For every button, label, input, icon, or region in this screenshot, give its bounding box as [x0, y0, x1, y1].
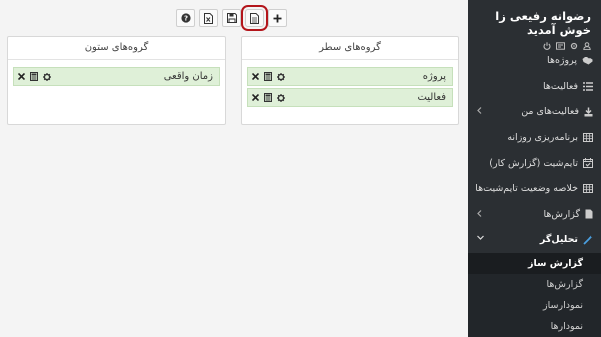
submenu-item-reports[interactable]: گزارش‌ها [468, 274, 601, 295]
gear-icon[interactable] [277, 93, 285, 102]
sidebar-item-label: پروژه‌ها [547, 55, 577, 67]
list-icon [583, 82, 593, 91]
add-button[interactable] [268, 9, 287, 27]
sidebar-item-activities[interactable]: فعالیت‌ها [468, 74, 601, 100]
sidebar-item-label: تایم‌شیت (گزارش کار) [489, 157, 578, 169]
new-report-button[interactable] [241, 5, 268, 31]
chevron-left-icon [477, 107, 482, 115]
save-button[interactable] [222, 9, 241, 27]
remove-icon[interactable] [252, 94, 259, 101]
report-toolbar: ? [176, 5, 287, 31]
sidebar-item-label: گزارش‌ها [543, 208, 581, 220]
question-circle-icon: ? [180, 13, 191, 23]
row-groups-panel: گروه‌های سطر پروژه فعالیت [241, 36, 459, 125]
help-button[interactable]: ? [176, 9, 195, 27]
row-group-row[interactable]: پروژه [247, 67, 453, 86]
sidebar-item-label: برنامه‌ریزی روزانه [507, 132, 578, 144]
calculator-icon[interactable] [264, 72, 272, 81]
file-excel-icon [204, 12, 213, 24]
sidebar-item-my-activities[interactable]: فعالیت‌های من [468, 99, 601, 125]
sidebar-item-reports[interactable]: گزارش‌ها [468, 202, 601, 228]
sidebar-item-timesheet[interactable]: تایم‌شیت (گزارش کار) [468, 150, 601, 176]
submenu-item-chart-builder[interactable]: نمودارساز [468, 295, 601, 316]
submenu-item-report-builder[interactable]: گزارش ساز [468, 252, 601, 274]
calculator-icon[interactable] [264, 93, 272, 102]
column-groups-title: گروه‌های ستون [8, 37, 225, 60]
row-group-row[interactable]: فعالیت [247, 88, 453, 107]
column-group-row[interactable]: زمان واقعی [13, 67, 220, 86]
row-group-label: فعالیت [417, 92, 446, 103]
floppy-disk-icon [226, 13, 237, 23]
table-icon [583, 133, 593, 143]
gear-icon[interactable] [43, 72, 51, 81]
sidebar-item-analyzer[interactable]: تحلیل‌گر [468, 227, 601, 253]
analyzer-submenu: گزارش ساز گزارش‌ها نمودارساز نمودارها [468, 252, 601, 337]
wand-icon [583, 235, 593, 245]
sidebar-item-projects[interactable]: پروژه‌ها [468, 48, 601, 74]
remove-icon[interactable] [18, 73, 25, 80]
calculator-icon[interactable] [30, 72, 38, 81]
sidebar-item-label: خلاصه وضعیت تایم‌شیت‌ها [475, 183, 578, 195]
column-groups-panel: گروه‌های ستون زمان واقعی [7, 36, 226, 125]
row-groups-title: گروه‌های سطر [242, 37, 458, 60]
row-group-label: پروژه [422, 71, 446, 82]
plus-icon [273, 14, 282, 23]
sidebar-item-label: فعالیت‌های من [521, 106, 579, 118]
calendar-check-icon [583, 158, 593, 169]
column-group-label: زمان واقعی [163, 71, 213, 82]
file-icon [585, 209, 593, 219]
export-excel-button[interactable] [199, 9, 218, 27]
download-icon [584, 107, 593, 117]
sidebar-nav: پروژه‌ها فعالیت‌ها فعالیت‌های من برنامه‌… [468, 48, 601, 337]
sidebar-item-timesheet-summary[interactable]: خلاصه وضعیت تایم‌شیت‌ها [468, 176, 601, 202]
submenu-item-charts[interactable]: نمودارها [468, 316, 601, 337]
chevron-left-icon [477, 209, 482, 217]
remove-icon[interactable] [252, 73, 259, 80]
chevron-down-icon [477, 235, 484, 241]
svg-text:?: ? [183, 15, 187, 23]
gear-icon[interactable] [277, 72, 285, 81]
user-greeting: رضوانه رفیعی زا خوش آمدید [495, 9, 591, 37]
sidebar: رضوانه رفیعی زا خوش آمدید پروژه‌ها فعالی… [468, 0, 601, 337]
table-icon [583, 184, 593, 194]
handshake-icon [582, 56, 593, 65]
sidebar-item-label: فعالیت‌ها [542, 80, 578, 92]
file-text-icon [250, 12, 259, 24]
sidebar-item-daily-planning[interactable]: برنامه‌ریزی روزانه [468, 125, 601, 151]
sidebar-item-label: تحلیل‌گر [539, 234, 578, 246]
user-panel: رضوانه رفیعی زا خوش آمدید [468, 0, 601, 50]
